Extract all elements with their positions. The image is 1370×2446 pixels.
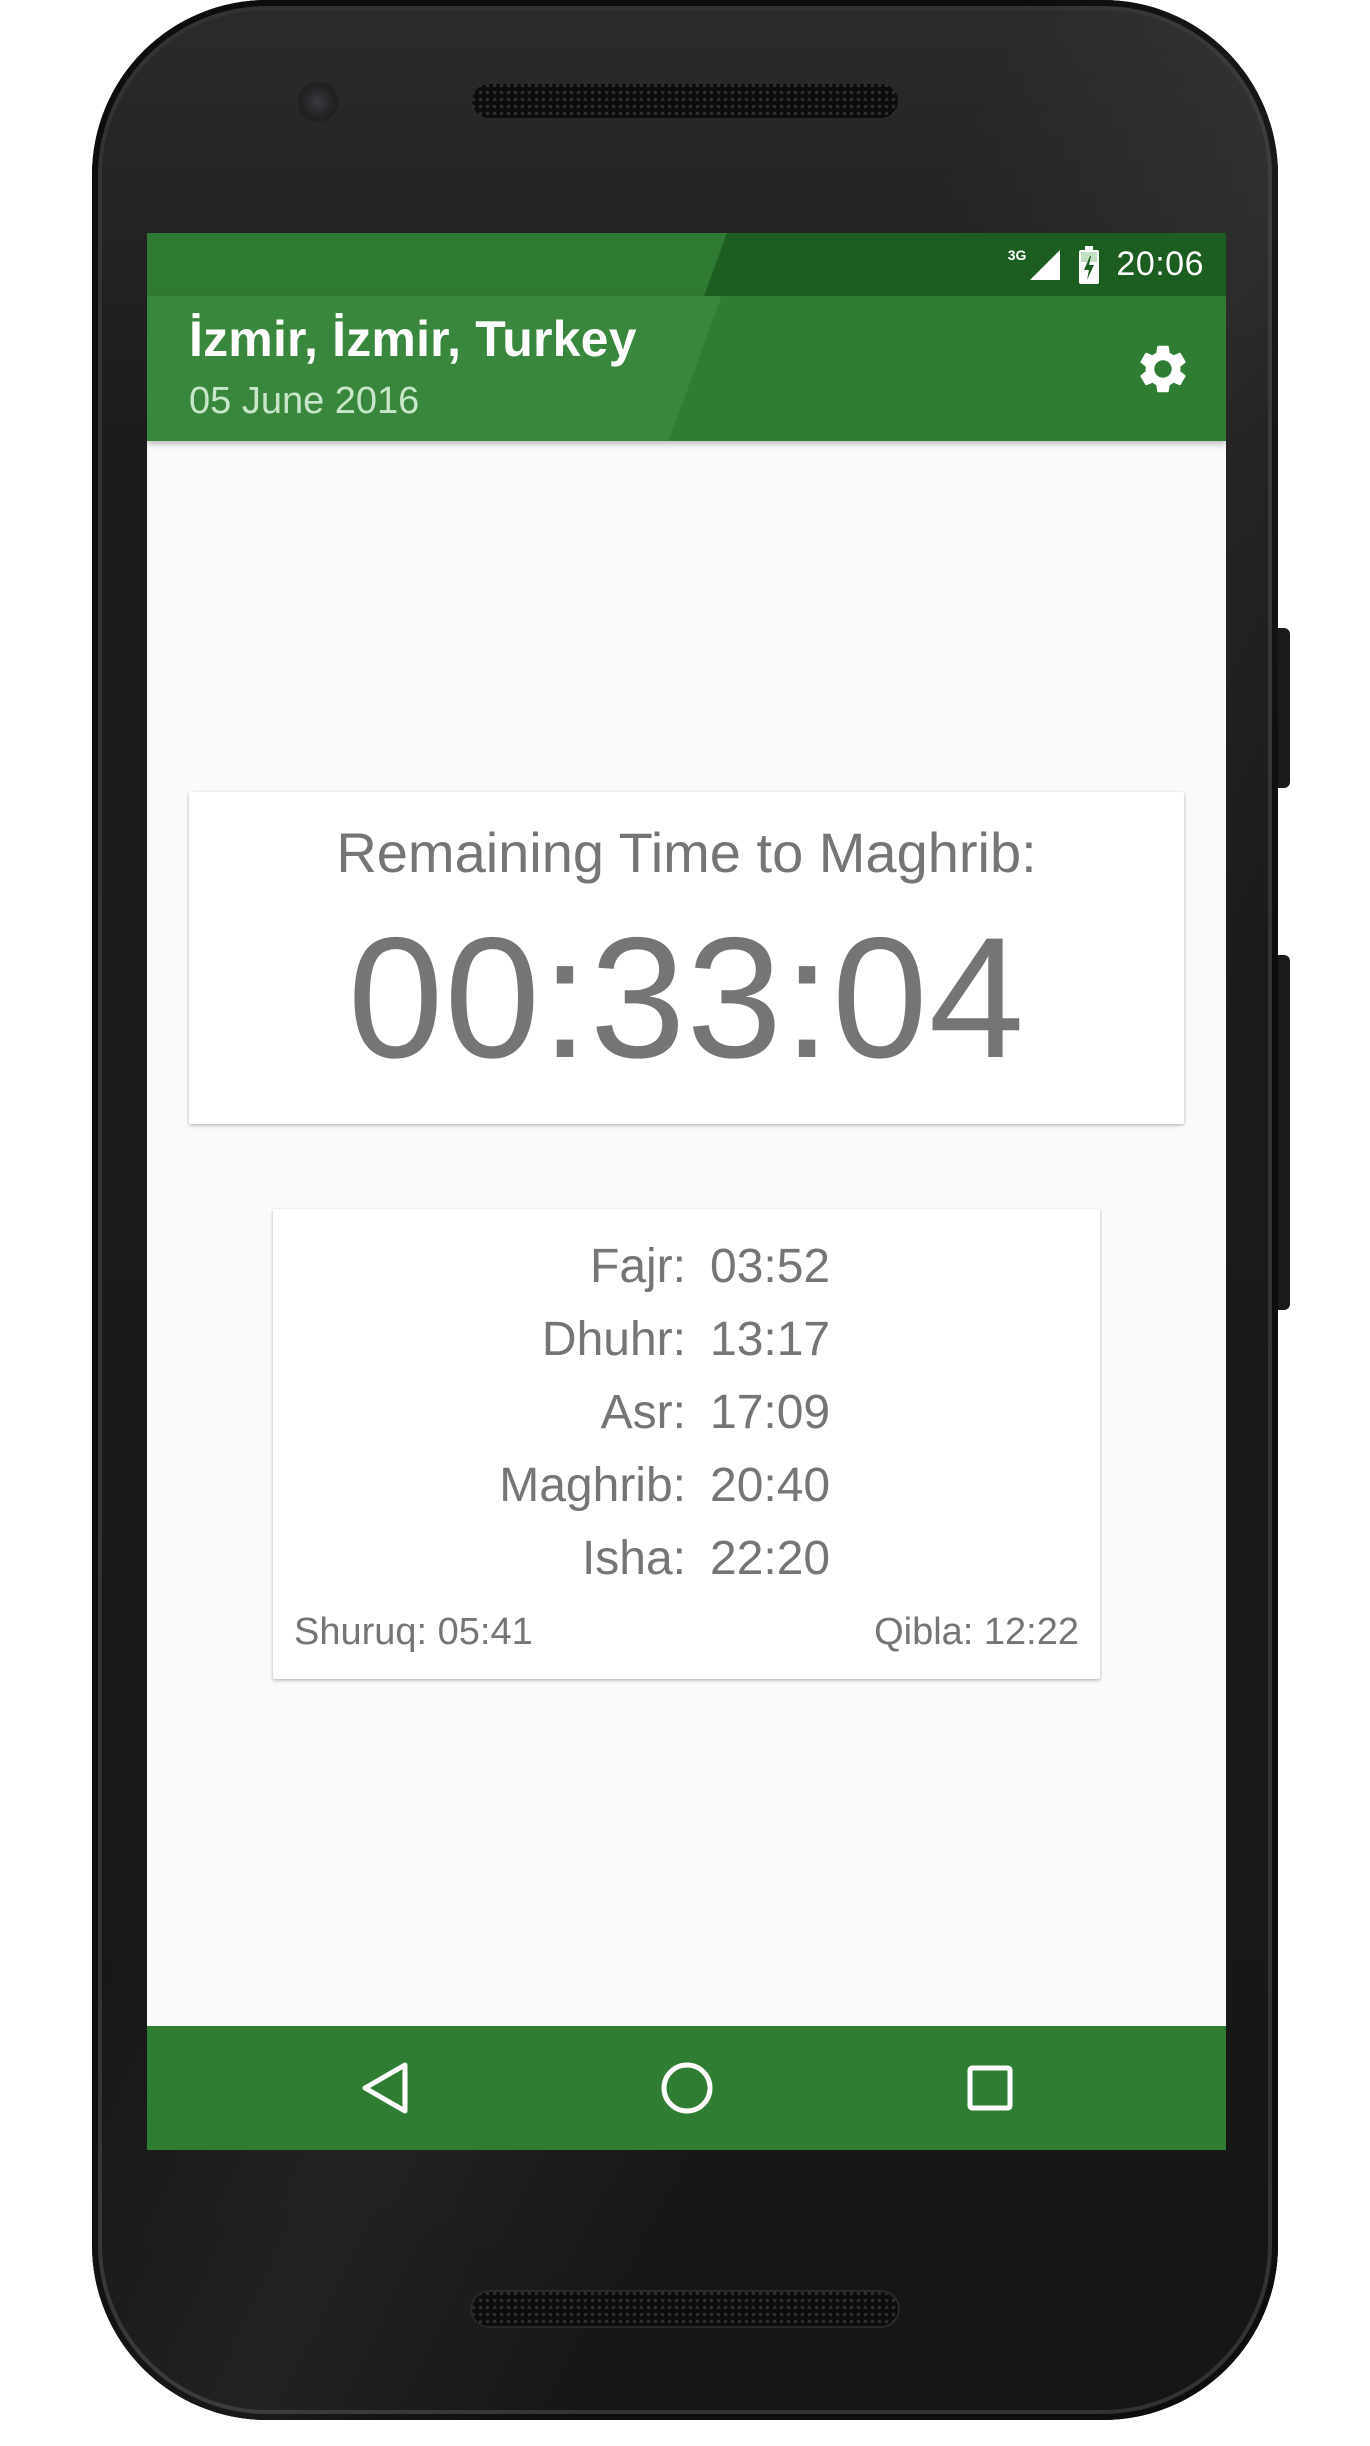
prayer-times-card: Fajr: 03:52 Dhuhr: 13:17 Asr: 17:09 Magh… [273,1209,1100,1679]
date-subtitle: 05 June 2016 [189,380,420,422]
prayer-row-asr: Asr: 17:09 [273,1385,1100,1445]
prayer-name: Maghrib: [499,1459,686,1512]
countdown-timer: 00:33:04 [347,902,1026,1094]
signal-icon [1030,249,1061,280]
back-button[interactable] [345,2048,425,2128]
shuruq-time: Shuruq: 05:41 [294,1611,533,1653]
front-camera [298,82,338,122]
bottom-speaker-grille [470,2290,900,2328]
prayer-time: 03:52 [710,1240,831,1293]
prayer-time: 20:40 [710,1459,831,1512]
prayer-name: Dhuhr: [541,1313,686,1366]
battery-charging-icon [1079,245,1100,284]
app-toolbar: İzmir, İzmir, Turkey 05 June 2016 [147,296,1226,441]
navigation-bar [147,2026,1226,2150]
prayer-row-dhuhr: Dhuhr: 13:17 [273,1312,1100,1372]
app-screen: 3G 20:06 İzmir, İzmir, Turkey 05 June 20… [147,233,1226,2150]
status-clock: 20:06 [1116,245,1204,283]
settings-button[interactable] [1128,334,1198,404]
prayer-name: Asr: [600,1386,686,1439]
location-title: İzmir, İzmir, Turkey [189,311,637,367]
prayer-name: Fajr: [590,1240,686,1293]
countdown-card: Remaining Time to Maghrib: 00:33:04 [189,792,1184,1124]
prayer-time: 17:09 [710,1386,831,1439]
countdown-label: Remaining Time to Maghrib: [336,821,1037,884]
prayer-name: Isha: [581,1532,686,1585]
volume-button [1278,955,1290,1310]
status-bar-highlight [147,233,727,296]
recents-icon [967,2065,1013,2111]
status-bar: 3G 20:06 [147,233,1226,296]
status-icons: 3G 20:06 [1008,233,1204,296]
top-speaker-grille [470,82,900,120]
home-button[interactable] [647,2048,727,2128]
network-type-label: 3G [1007,246,1027,263]
home-icon [661,2062,713,2114]
prayer-row-maghrib: Maghrib: 20:40 [273,1458,1100,1518]
recents-button[interactable] [950,2048,1030,2128]
gear-icon [1140,345,1186,393]
prayer-row-isha: Isha: 22:20 [273,1531,1100,1591]
prayer-time: 13:17 [710,1313,831,1366]
back-icon [362,2062,408,2114]
prayer-time: 22:20 [710,1532,831,1585]
prayer-row-fajr: Fajr: 03:52 [273,1239,1100,1299]
power-button [1278,628,1290,788]
qibla-time: Qibla: 12:22 [874,1611,1079,1653]
